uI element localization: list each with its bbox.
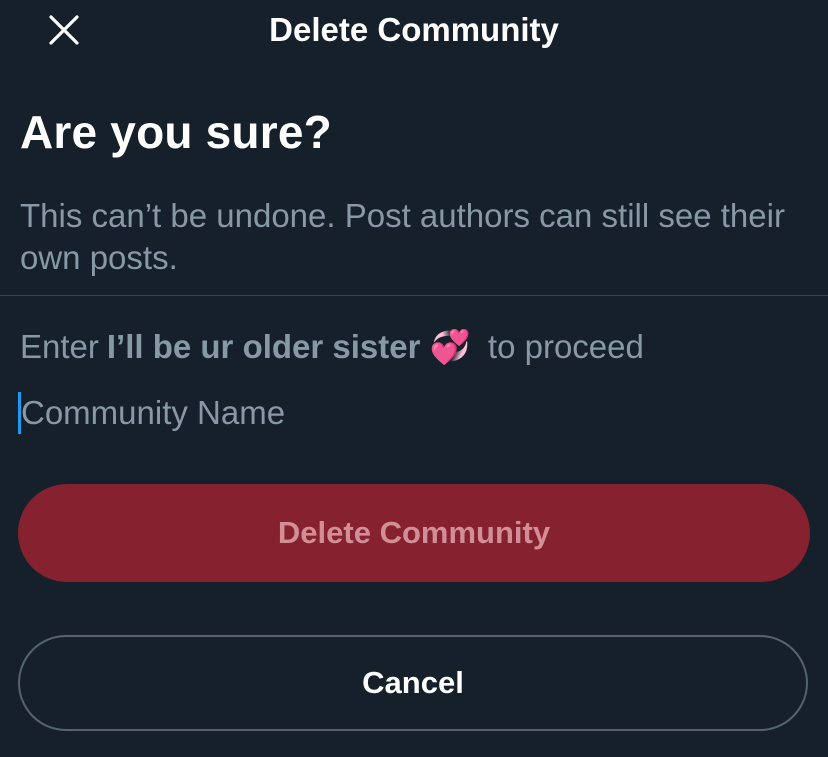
page-title: Delete Community (269, 11, 559, 48)
delete-community-dialog: Delete Community Are you sure? This can’… (0, 0, 828, 757)
instruction-suffix: to proceed (487, 328, 644, 365)
dialog-header: Delete Community (0, 0, 828, 64)
confirm-heading: Are you sure? (20, 106, 332, 158)
instruction-prefix: Enter (20, 328, 99, 365)
cancel-button[interactable]: Cancel (18, 635, 808, 731)
delete-community-button[interactable]: Delete Community (18, 484, 810, 582)
confirm-instruction: Enter I’ll be ur older sister 💞 to procee… (20, 326, 644, 368)
community-name-field (17, 390, 807, 436)
divider (0, 295, 828, 296)
community-name-input[interactable] (21, 390, 801, 436)
sparkling-hearts-emoji: 💞 (429, 328, 471, 365)
community-name: I’ll be ur older sister (106, 328, 421, 365)
warning-description: This can’t be undone. Post authors can s… (20, 197, 785, 276)
